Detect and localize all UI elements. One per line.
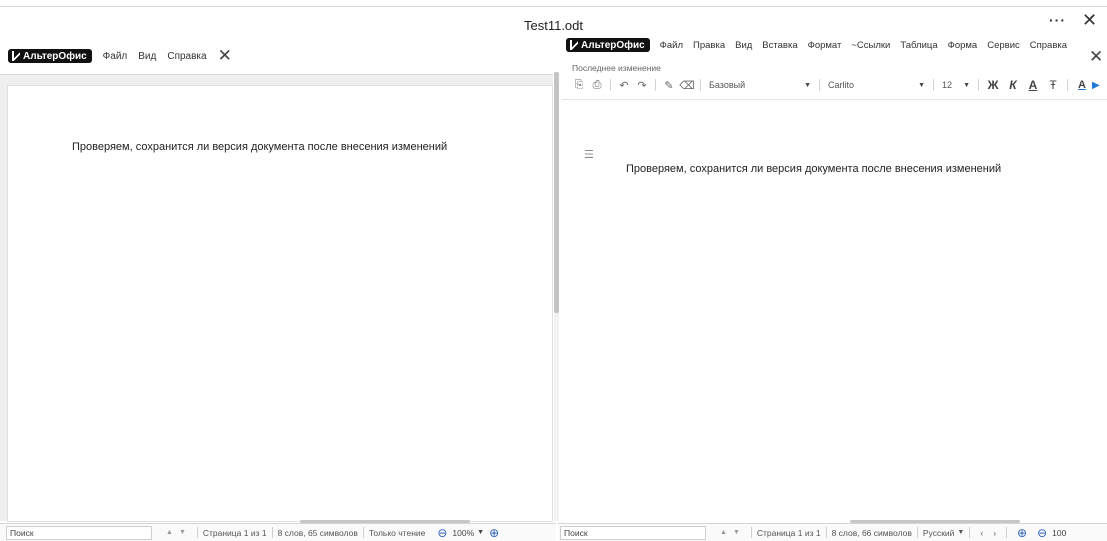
- right-search-down-icon[interactable]: ▼: [733, 529, 740, 536]
- divider: [196, 527, 198, 538]
- menu-view[interactable]: Вид: [138, 51, 156, 62]
- right-word-count: 8 слов, 66 символов: [831, 527, 912, 538]
- last-change-label[interactable]: Последнее изменение: [572, 63, 661, 73]
- italic-button[interactable]: К: [1003, 77, 1023, 93]
- zoom-in-icon[interactable]: ⊕: [489, 526, 499, 540]
- menu-tools[interactable]: Сервис: [987, 40, 1020, 51]
- menu-edit[interactable]: Правка: [693, 40, 725, 51]
- divider: [916, 527, 918, 538]
- close-window-icon[interactable]: ✕: [1082, 10, 1097, 31]
- close-left-pane-icon[interactable]: ✕: [218, 47, 232, 64]
- clear-format-icon[interactable]: ⌫: [678, 77, 696, 93]
- chevron-down-icon: ▼: [918, 81, 925, 89]
- window-title: Test11.odt: [523, 18, 584, 33]
- font-color-button[interactable]: А: [1072, 77, 1092, 93]
- menu-help[interactable]: Справка: [1030, 40, 1067, 51]
- font-size-select[interactable]: 12 ▼: [938, 77, 974, 93]
- window-top-border: [0, 6, 1107, 7]
- left-scroll-thumb[interactable]: [554, 72, 559, 313]
- left-search-input[interactable]: Поиск: [6, 525, 152, 540]
- paragraph-style-value: Базовый: [709, 80, 746, 90]
- divider: [700, 79, 701, 91]
- bold-button[interactable]: Ж: [983, 77, 1003, 93]
- menu-table[interactable]: Таблица: [900, 40, 937, 51]
- divider: [655, 79, 656, 91]
- right-search-input[interactable]: Поиск: [560, 525, 706, 540]
- logo-text: АльтерОфис: [23, 50, 87, 62]
- divider: [819, 79, 820, 91]
- right-zoom-value[interactable]: 100: [1052, 528, 1066, 538]
- left-document-area: Проверяем, сохранится ли версия документ…: [0, 74, 553, 522]
- logo-mark-icon: [12, 51, 20, 61]
- navigator-list-icon[interactable]: ☰: [584, 148, 594, 161]
- menu-format[interactable]: Формат: [808, 40, 842, 51]
- divider: [978, 79, 979, 91]
- logo-text: АльтерОфис: [581, 39, 645, 51]
- right-document-text: Проверяем, сохранится ли версия документ…: [626, 163, 1002, 175]
- redo-icon[interactable]: ↷: [633, 77, 651, 93]
- divider: [1006, 527, 1008, 538]
- menu-view[interactable]: Вид: [735, 40, 752, 51]
- left-menu-bar: АльтерОфис Файл Вид Справка ✕: [8, 47, 232, 64]
- left-zoom-value[interactable]: 100%: [452, 528, 474, 538]
- left-status-bar: Поиск ▲ ▼ Страница 1 из 1 8 слов, 65 сим…: [0, 523, 556, 541]
- menu-references[interactable]: ~Ссылки: [851, 40, 890, 51]
- left-word-count: 8 слов, 65 символов: [277, 527, 358, 538]
- font-size-value: 12: [942, 80, 953, 90]
- zoom-out-icon[interactable]: ⊖: [1037, 526, 1047, 540]
- paint-format-icon[interactable]: ✎: [660, 77, 678, 93]
- strikethrough-button[interactable]: Ŧ: [1043, 77, 1063, 93]
- left-search-down-icon[interactable]: ▼: [179, 529, 186, 536]
- font-name-select[interactable]: Carlito ▼: [824, 77, 929, 93]
- divider: [271, 527, 273, 538]
- more-toolbar-icon[interactable]: ▶: [1092, 80, 1100, 91]
- alteroffice-logo: АльтерОфис: [8, 49, 92, 63]
- menu-help[interactable]: Справка: [167, 51, 206, 62]
- clone-formatting-icon[interactable]: ⎘: [570, 77, 588, 93]
- divider: [969, 527, 971, 538]
- left-page-counter: Страница 1 из 1: [202, 527, 267, 538]
- right-document-area[interactable]: [562, 99, 1107, 519]
- alteroffice-logo: АльтерОфис: [566, 38, 650, 52]
- language-select[interactable]: Русский: [923, 528, 955, 538]
- paragraph-style-select[interactable]: Базовый ▼: [705, 77, 815, 93]
- menu-file[interactable]: Файл: [660, 40, 683, 51]
- menu-form[interactable]: Форма: [948, 40, 978, 51]
- right-search-up-icon[interactable]: ▲: [720, 529, 727, 536]
- right-menu-bar: АльтерОфис Файл Правка Вид Вставка Форма…: [566, 38, 1067, 52]
- divider: [362, 527, 364, 538]
- chevron-down-icon: ▼: [804, 81, 811, 89]
- logo-mark-icon: [570, 40, 578, 50]
- left-search-up-icon[interactable]: ▲: [166, 529, 173, 536]
- undo-icon[interactable]: ↶: [615, 77, 633, 93]
- chevron-down-icon: ▼: [963, 81, 970, 89]
- print-icon[interactable]: ⎙: [588, 77, 606, 93]
- previous-page-icon[interactable]: ‹: [980, 528, 983, 538]
- left-mode-label: Только чтение: [368, 527, 426, 538]
- formatting-toolbar: ⎘ ⎙ ↶ ↷ ✎ ⌫ Базовый ▼ Carlito ▼ 12 ▼ Ж К А …: [570, 75, 1100, 95]
- divider: [825, 527, 827, 538]
- close-right-pane-icon[interactable]: ✕: [1089, 47, 1103, 67]
- left-document-text: Проверяем, сохранится ли версия документ…: [72, 141, 448, 153]
- menu-file[interactable]: Файл: [103, 51, 128, 62]
- next-page-icon[interactable]: ›: [993, 528, 996, 538]
- left-document-page[interactable]: Проверяем, сохранится ли версия документ…: [7, 85, 553, 522]
- divider: [1067, 79, 1068, 91]
- language-dropdown-icon[interactable]: ▼: [957, 529, 964, 536]
- zoom-dropdown-icon[interactable]: ▼: [477, 529, 484, 536]
- font-name-value: Carlito: [828, 80, 855, 90]
- right-page-counter: Страница 1 из 1: [756, 527, 821, 538]
- left-vertical-scrollbar[interactable]: [554, 72, 559, 521]
- underline-button[interactable]: А: [1023, 77, 1043, 93]
- menu-insert[interactable]: Вставка: [762, 40, 797, 51]
- divider: [933, 79, 934, 91]
- divider: [610, 79, 611, 91]
- zoom-in-icon[interactable]: ⊕: [1017, 526, 1027, 540]
- zoom-out-icon[interactable]: ⊖: [437, 526, 447, 540]
- right-status-bar: Поиск ▲ ▼ Страница 1 из 1 8 слов, 66 сим…: [558, 523, 1107, 541]
- more-options-icon[interactable]: ···: [1049, 12, 1066, 28]
- divider: [750, 527, 752, 538]
